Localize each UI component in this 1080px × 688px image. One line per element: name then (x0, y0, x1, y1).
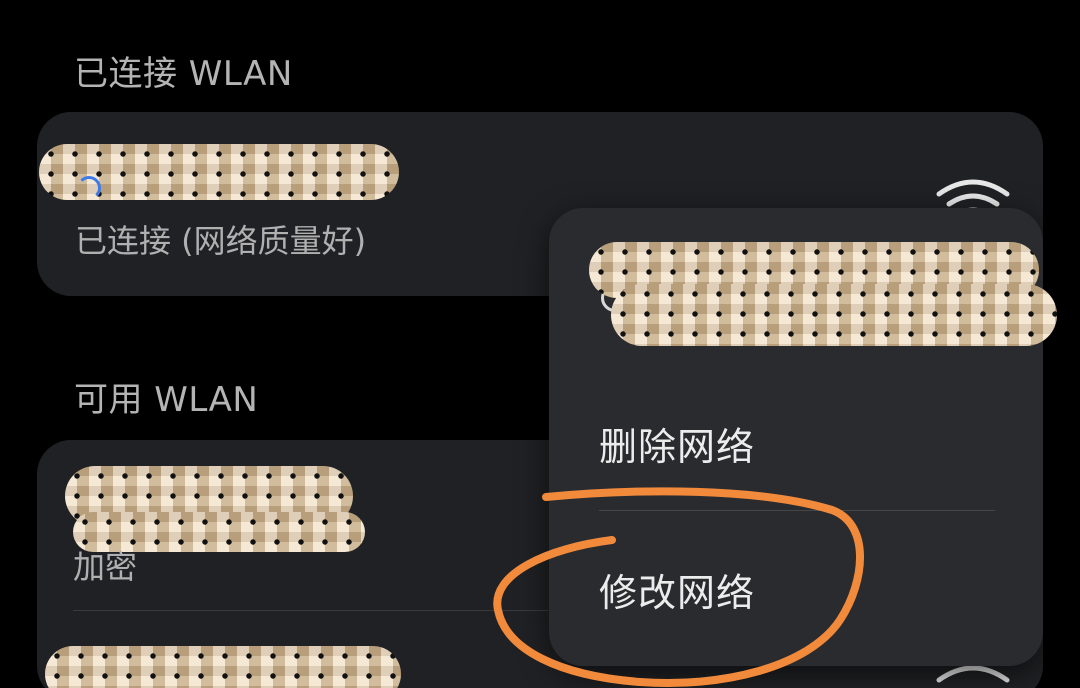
redacted-network-name-extra (611, 284, 1057, 346)
network-security-status: 加密 (73, 548, 138, 586)
wlan-settings-screen: 已连接 WLAN 已连接 (网络质量好) 可用 WLAN 加密 删除网络 修改网… (0, 0, 1080, 688)
modify-network-menu-item[interactable]: 修改网络 (599, 562, 755, 617)
delete-network-menu-item[interactable]: 删除网络 (599, 416, 755, 471)
network-context-menu: 删除网络 修改网络 (549, 208, 1057, 666)
connected-wlan-header: 已连接 WLAN (74, 54, 293, 94)
available-wlan-header: 可用 WLAN (74, 380, 259, 420)
redacted-network-name (45, 646, 401, 688)
connecting-indicator-icon (77, 176, 101, 200)
menu-divider (599, 510, 995, 511)
connected-network-status: 已连接 (网络质量好) (75, 222, 367, 260)
